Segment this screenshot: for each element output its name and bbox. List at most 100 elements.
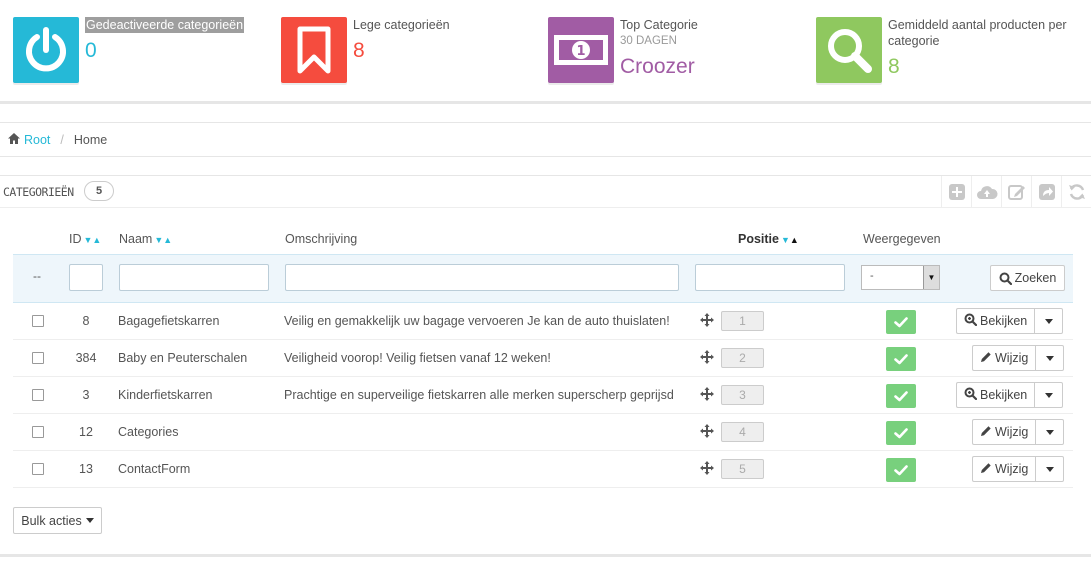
column-label: Positie (738, 232, 779, 246)
check-icon[interactable] (886, 384, 916, 408)
count-badge: 5 (84, 181, 114, 201)
kpi-title: Top Categorie (620, 18, 698, 32)
row-position: 1 (721, 311, 764, 331)
row-action-dropdown[interactable] (1035, 345, 1065, 371)
row-actions: Wijzig (972, 456, 1065, 482)
kpi-value: 8 (353, 39, 365, 62)
row-position: 3 (721, 385, 764, 405)
check-icon[interactable] (886, 421, 916, 445)
table-row[interactable]: 13 ContactForm 5 Wijzig (13, 451, 1073, 488)
edit-icon[interactable] (1001, 176, 1031, 208)
row-action-dropdown[interactable] (1034, 308, 1064, 334)
search-icon (816, 17, 882, 83)
column-position[interactable]: Positie ▼▲ (738, 232, 799, 246)
row-description: Veilig en gemakkelijk uw bagage vervoere… (284, 314, 670, 328)
caret-down-icon (1044, 392, 1053, 398)
bulk-actions-label: Bulk acties (21, 513, 82, 528)
column-label: ID (69, 232, 82, 246)
drag-move-icon[interactable] (700, 350, 714, 367)
export-icon[interactable] (1031, 176, 1061, 208)
row-name: Baby en Peuterschalen (118, 351, 248, 365)
upload-cloud-icon[interactable] (971, 176, 1001, 208)
drag-move-icon[interactable] (700, 387, 714, 404)
search-button-label: Zoeken (1014, 271, 1057, 285)
row-name: Categories (118, 425, 179, 439)
bulk-actions-button[interactable]: Bulk acties (13, 507, 102, 534)
search-button[interactable]: Zoeken (990, 265, 1065, 291)
table-row[interactable]: 384 Baby en Peuterschalen Veiligheid voo… (13, 340, 1073, 377)
kpi-disabled-categories[interactable]: Gedeactiveerde categorieën 0 (13, 15, 263, 85)
breadcrumb-root-link[interactable]: Root (24, 133, 50, 147)
caret-down-icon (1045, 466, 1054, 472)
row-id: 8 (82, 314, 90, 328)
sort-arrows-icon[interactable]: ▼▲ (154, 235, 172, 245)
drag-move-icon[interactable] (700, 461, 714, 478)
filter-dash: -- (33, 269, 41, 283)
kpi-empty-categories[interactable]: Lege categorieën 8 (281, 15, 531, 85)
row-name: ContactForm (118, 462, 191, 476)
check-icon[interactable] (886, 347, 916, 371)
row-action-label: Wijzig (995, 425, 1029, 439)
filter-id-input[interactable] (69, 264, 103, 291)
kpi-title: Lege categorieën (353, 18, 450, 32)
filter-position-input[interactable] (695, 264, 845, 291)
check-icon[interactable] (886, 310, 916, 334)
row-action-button[interactable]: Bekijken (956, 308, 1035, 334)
row-id: 3 (82, 388, 90, 402)
filter-row: -- - ▼ Zoeken (13, 254, 1073, 303)
check-icon[interactable] (886, 458, 916, 482)
row-action-button[interactable]: Wijzig (972, 456, 1036, 482)
filter-description-input[interactable] (285, 264, 679, 291)
kpi-value: 8 (888, 55, 900, 78)
table-body: 8 Bagagefietskarren Veilig en gemakkelij… (13, 303, 1073, 488)
column-id[interactable]: ID ▼▲ (69, 232, 101, 246)
drag-move-icon[interactable] (700, 313, 714, 330)
chevron-down-icon[interactable]: ▼ (923, 266, 939, 289)
row-action-button[interactable]: Bekijken (956, 382, 1035, 408)
table-row[interactable]: 12 Categories 4 Wijzig (13, 414, 1073, 451)
row-action-dropdown[interactable] (1035, 419, 1065, 445)
row-checkbox[interactable] (32, 463, 44, 475)
row-checkbox[interactable] (32, 426, 44, 438)
caret-down-icon (85, 518, 94, 523)
row-action-button[interactable]: Wijzig (972, 345, 1036, 371)
breadcrumb-separator: / (60, 132, 64, 147)
row-action-label: Bekijken (980, 388, 1028, 402)
row-position: 5 (721, 459, 764, 479)
row-description: Veiligheid voorop! Veilig fietsen vanaf … (284, 351, 551, 365)
pencil-icon (980, 425, 992, 440)
row-description: Prachtige en superveilige fietskarren al… (284, 388, 674, 402)
kpi-top-category[interactable]: 1 Top Categorie 30 DAGEN Croozer (548, 15, 798, 85)
sort-arrows-icon[interactable]: ▼▲ (84, 235, 102, 245)
caret-down-icon (1044, 318, 1053, 324)
column-name[interactable]: Naam ▼▲ (119, 232, 172, 246)
select-value: - (870, 270, 874, 282)
row-id: 384 (75, 351, 97, 365)
row-action-label: Wijzig (995, 351, 1029, 365)
column-displayed: Weergegeven (863, 232, 941, 246)
caret-down-icon (1045, 429, 1054, 435)
add-icon[interactable] (941, 176, 971, 208)
panel-header: CATEGORIEËN 5 (0, 176, 1091, 208)
kpi-average-products[interactable]: Gemiddeld aantal producten per categorie… (816, 15, 1091, 85)
refresh-icon[interactable] (1061, 176, 1091, 208)
row-action-label: Bekijken (980, 314, 1028, 328)
breadcrumb: Root / Home (0, 122, 1091, 157)
breadcrumb-current: Home (73, 132, 108, 147)
filter-name-input[interactable] (119, 264, 269, 291)
table-row[interactable]: 8 Bagagefietskarren Veilig en gemakkelij… (13, 303, 1073, 340)
table-row[interactable]: 3 Kinderfietskarren Prachtige en superve… (13, 377, 1073, 414)
row-checkbox[interactable] (32, 315, 44, 327)
row-id: 13 (79, 462, 93, 476)
pencil-icon (980, 351, 992, 366)
categories-table: ID ▼▲ Naam ▼▲ Omschrijving Positie ▼▲ Weerg… (13, 224, 1073, 488)
row-action-button[interactable]: Wijzig (972, 419, 1036, 445)
row-action-dropdown[interactable] (1035, 456, 1065, 482)
drag-move-icon[interactable] (700, 424, 714, 441)
filter-displayed-select[interactable]: - ▼ (861, 265, 940, 290)
row-checkbox[interactable] (32, 352, 44, 364)
sort-arrows-icon[interactable]: ▼▲ (781, 235, 799, 245)
row-checkbox[interactable] (32, 389, 44, 401)
zoom-in-icon (964, 313, 978, 329)
row-action-dropdown[interactable] (1034, 382, 1064, 408)
